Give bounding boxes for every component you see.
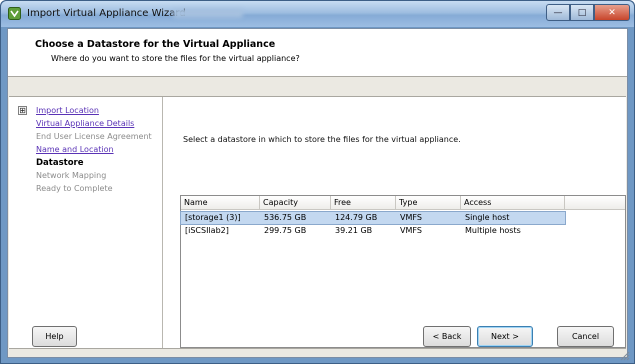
title-blur-decoration xyxy=(173,9,243,18)
nav-step-ready-to-complete: Ready to Complete xyxy=(36,184,113,193)
maximize-icon: □ xyxy=(577,7,587,18)
cell-free: 124.79 GB xyxy=(335,213,378,222)
table-row[interactable]: [storage1 (3)] 536.75 GB 124.79 GB VMFS … xyxy=(180,211,566,225)
resize-grip-icon[interactable] xyxy=(620,351,630,361)
column-header-free[interactable]: Free xyxy=(331,196,396,210)
wizard-client-area: Choose a Datastore for the Virtual Appli… xyxy=(7,28,628,358)
cell-access: Single host xyxy=(465,213,510,222)
help-button[interactable]: Help xyxy=(32,326,77,347)
nav-step-datastore: Datastore xyxy=(36,158,84,168)
cell-name: [storage1 (3)] xyxy=(185,213,241,222)
column-header-type[interactable]: Type xyxy=(396,196,461,210)
cell-name: [iSCSIlab2] xyxy=(185,226,229,235)
wizard-window: Import Virtual Appliance Wizard — □ ✕ Ch… xyxy=(0,0,635,364)
next-button[interactable]: Next > xyxy=(477,326,533,347)
page-title: Choose a Datastore for the Virtual Appli… xyxy=(35,39,276,50)
maximize-button[interactable]: □ xyxy=(570,4,594,21)
nav-step-virtual-appliance-details[interactable]: Virtual Appliance Details xyxy=(36,119,134,128)
minimize-icon: — xyxy=(553,7,563,18)
cell-capacity: 536.75 GB xyxy=(264,213,307,222)
column-header-name[interactable]: Name xyxy=(181,196,260,210)
nav-step-network-mapping: Network Mapping xyxy=(36,171,107,180)
column-header-access[interactable]: Access xyxy=(461,196,565,210)
wizard-content: ⊞ Import Location Virtual Appliance Deta… xyxy=(9,96,626,349)
minimize-button[interactable]: — xyxy=(546,4,570,21)
close-button[interactable]: ✕ xyxy=(594,4,630,21)
cell-capacity: 299.75 GB xyxy=(264,226,307,235)
cell-access: Multiple hosts xyxy=(465,226,521,235)
page-subtitle: Where do you want to store the files for… xyxy=(51,54,300,63)
nav-step-eula: End User License Agreement xyxy=(36,132,152,141)
wizard-header: Choose a Datastore for the Virtual Appli… xyxy=(8,29,627,77)
nav-step-name-and-location[interactable]: Name and Location xyxy=(36,145,114,154)
nav-step-import-location[interactable]: Import Location xyxy=(36,106,99,115)
table-header: Name Capacity Free Type Access xyxy=(181,196,625,210)
close-icon: ✕ xyxy=(608,7,616,18)
cell-type: VMFS xyxy=(400,213,422,222)
column-header-capacity[interactable]: Capacity xyxy=(260,196,331,210)
cancel-button[interactable]: Cancel xyxy=(557,326,614,347)
wizard-step-nav: ⊞ Import Location Virtual Appliance Deta… xyxy=(9,97,163,348)
expand-tree-icon[interactable]: ⊞ xyxy=(18,106,27,115)
table-row[interactable]: [iSCSIlab2] 299.75 GB 39.21 GB VMFS Mult… xyxy=(181,225,565,237)
vsphere-app-icon xyxy=(8,7,21,20)
cell-free: 39.21 GB xyxy=(335,226,373,235)
cell-type: VMFS xyxy=(400,226,422,235)
instructions-text: Select a datastore in which to store the… xyxy=(183,135,461,144)
back-button[interactable]: < Back xyxy=(423,326,471,347)
title-bar[interactable]: Import Virtual Appliance Wizard — □ ✕ xyxy=(1,1,634,27)
window-title: Import Virtual Appliance Wizard xyxy=(27,8,186,19)
